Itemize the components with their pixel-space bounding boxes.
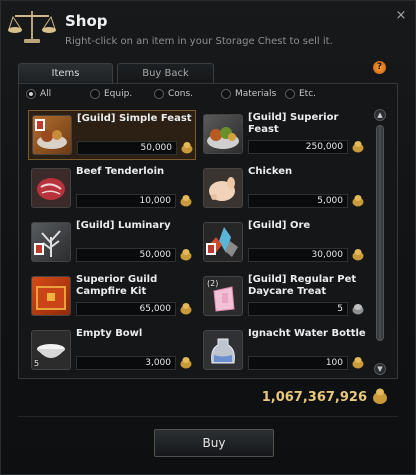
list-item[interactable]: 5 Empty Bowl 3,000 — [28, 326, 196, 376]
silver-coin-icon — [352, 141, 364, 153]
item-price: 10,000 — [76, 194, 176, 208]
filter-label: All — [40, 89, 52, 99]
item-name: [Guild] Superior Feast — [248, 112, 339, 135]
bowl-icon: 5 — [31, 330, 71, 370]
filter-cons[interactable]: Cons. — [154, 88, 193, 102]
list-item[interactable]: Superior Guild Campfire Kit 65,000 — [28, 272, 196, 322]
scroll-thumb[interactable] — [376, 125, 384, 341]
tab-buy-back[interactable]: Buy Back — [117, 63, 214, 83]
item-price: 50,000 — [77, 141, 177, 155]
item-count-badge: 5 — [34, 359, 40, 368]
item-price: 50,000 — [76, 248, 176, 262]
radio-icon — [154, 88, 164, 99]
scroll-down-icon[interactable]: ▼ — [374, 363, 386, 375]
superior-feast-icon — [203, 114, 243, 154]
list-item[interactable]: [Guild] Superior Feast 250,000 — [200, 110, 368, 160]
item-price: 5 — [248, 302, 348, 316]
item-name: Chicken — [248, 166, 293, 177]
filter-label: Cons. — [168, 89, 194, 99]
list-item[interactable]: Chicken 5,000 — [200, 164, 368, 214]
beef-icon — [31, 168, 71, 208]
list-item[interactable]: [Guild] Ore 30,000 — [200, 218, 368, 268]
scrollbar[interactable]: ▲ ▼ — [374, 109, 386, 375]
item-name: [Guild] Simple Feast — [77, 113, 192, 124]
list-item[interactable]: [Guild] Simple Feast 50,000 — [28, 110, 196, 160]
filter-materials[interactable]: Materials — [221, 88, 276, 102]
shop-window: Shop Right-click on an item in your Stor… — [0, 0, 416, 475]
radio-icon — [221, 88, 231, 99]
filter-label: Materials — [235, 89, 277, 99]
tab-items[interactable]: Items — [18, 63, 113, 83]
silver-coin-icon — [352, 304, 364, 315]
silver-coin-icon — [180, 195, 192, 207]
chicken-icon — [203, 168, 243, 208]
item-name: Ignacht Water Bottle — [248, 328, 366, 339]
filter-etc[interactable]: Etc. — [285, 88, 316, 102]
item-price: 5,000 — [248, 194, 348, 208]
item-name: Beef Tenderloin — [76, 166, 165, 177]
silver-coin-icon — [352, 249, 364, 261]
item-name: Superior Guild Campfire Kit — [76, 274, 158, 297]
silver-coin-icon — [180, 303, 192, 315]
item-price: 100 — [248, 356, 348, 370]
luminary-icon — [31, 222, 71, 262]
scroll-up-icon[interactable]: ▲ — [374, 109, 386, 121]
simple-feast-icon — [32, 115, 72, 155]
close-button[interactable]: × — [394, 9, 408, 23]
filter-label: Etc. — [299, 89, 317, 99]
item-name: [Guild] Ore — [248, 220, 311, 231]
list-item[interactable]: Beef Tenderloin 10,000 — [28, 164, 196, 214]
filter-label: Equip. — [104, 89, 133, 99]
filter-bar: All Equip. Cons. Materials Etc. — [26, 88, 366, 102]
list-item[interactable]: [Guild] Luminary 50,000 — [28, 218, 196, 268]
silver-coin-icon — [181, 142, 193, 154]
ore-icon — [203, 222, 243, 262]
silver-coin-icon — [180, 357, 192, 369]
item-price: 250,000 — [248, 140, 348, 154]
window-title: Shop — [65, 12, 108, 30]
campfire-kit-icon — [31, 276, 71, 316]
item-price: 3,000 — [76, 356, 176, 370]
list-item[interactable]: Ignacht Water Bottle 100 — [200, 326, 368, 376]
filter-all[interactable]: All — [26, 88, 51, 102]
buy-button[interactable]: Buy — [154, 429, 274, 457]
silver-balance: 1,067,367,926 — [261, 390, 367, 405]
item-name: [Guild] Regular Pet Daycare Treat — [248, 274, 357, 297]
list-item[interactable]: (2) [Guild] Regular Pet Daycare Treat 5 — [200, 272, 368, 322]
scale-icon — [8, 11, 56, 43]
help-button[interactable]: ? — [373, 61, 386, 74]
item-name: [Guild] Luminary — [76, 220, 171, 231]
radio-icon — [285, 88, 295, 99]
silver-coin-icon — [352, 195, 364, 207]
divider — [18, 416, 398, 417]
window-subtitle: Right-click on an item in your Storage C… — [65, 36, 333, 47]
silver-pouch-icon — [373, 388, 387, 404]
silver-coin-icon — [180, 249, 192, 261]
item-count-badge: (2) — [207, 279, 219, 288]
item-price: 65,000 — [76, 302, 176, 316]
water-bottle-icon — [203, 330, 243, 370]
pet-treat-icon: (2) — [203, 276, 243, 316]
radio-icon — [26, 88, 36, 99]
filter-equip[interactable]: Equip. — [90, 88, 132, 102]
silver-coin-icon — [352, 357, 364, 369]
radio-icon — [90, 88, 100, 99]
item-price: 30,000 — [248, 248, 348, 262]
item-name: Empty Bowl — [76, 328, 143, 339]
